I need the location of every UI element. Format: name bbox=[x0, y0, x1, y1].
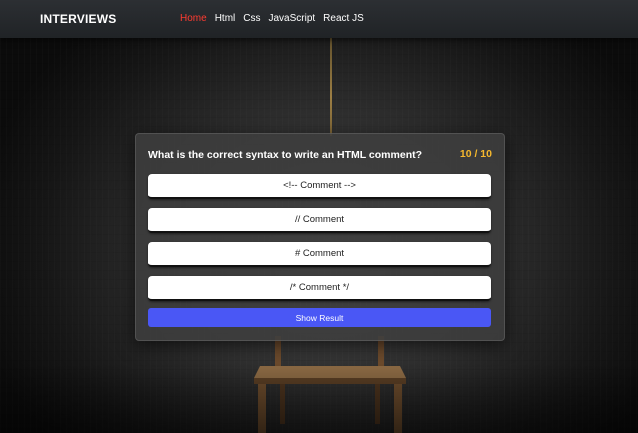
nav-links: Home Html Css JavaScript React JS bbox=[180, 13, 364, 24]
nav-link-css[interactable]: Css bbox=[243, 13, 260, 24]
answer-option[interactable]: <!-- Comment --> bbox=[148, 174, 491, 199]
nav-link-javascript[interactable]: JavaScript bbox=[268, 13, 315, 24]
nav-link-react-js[interactable]: React JS bbox=[323, 13, 364, 24]
top-navbar: INTERVIEWS Home Html Css JavaScript Reac… bbox=[0, 0, 638, 38]
show-result-button[interactable]: Show Result bbox=[148, 308, 491, 327]
answer-option[interactable]: # Comment bbox=[148, 242, 491, 267]
nav-link-home[interactable]: Home bbox=[180, 13, 207, 24]
nav-link-html[interactable]: Html bbox=[215, 13, 236, 24]
answer-options: <!-- Comment --> // Comment # Comment /*… bbox=[148, 174, 491, 301]
quiz-card: What is the correct syntax to write an H… bbox=[135, 133, 505, 341]
answer-option[interactable]: /* Comment */ bbox=[148, 276, 491, 301]
chair-image bbox=[254, 336, 406, 433]
question-text: What is the correct syntax to write an H… bbox=[148, 149, 423, 161]
answer-option[interactable]: // Comment bbox=[148, 208, 491, 233]
hanging-wire bbox=[330, 38, 332, 136]
brand-logo[interactable]: INTERVIEWS bbox=[40, 12, 116, 26]
question-counter: 10 / 10 bbox=[459, 148, 492, 160]
